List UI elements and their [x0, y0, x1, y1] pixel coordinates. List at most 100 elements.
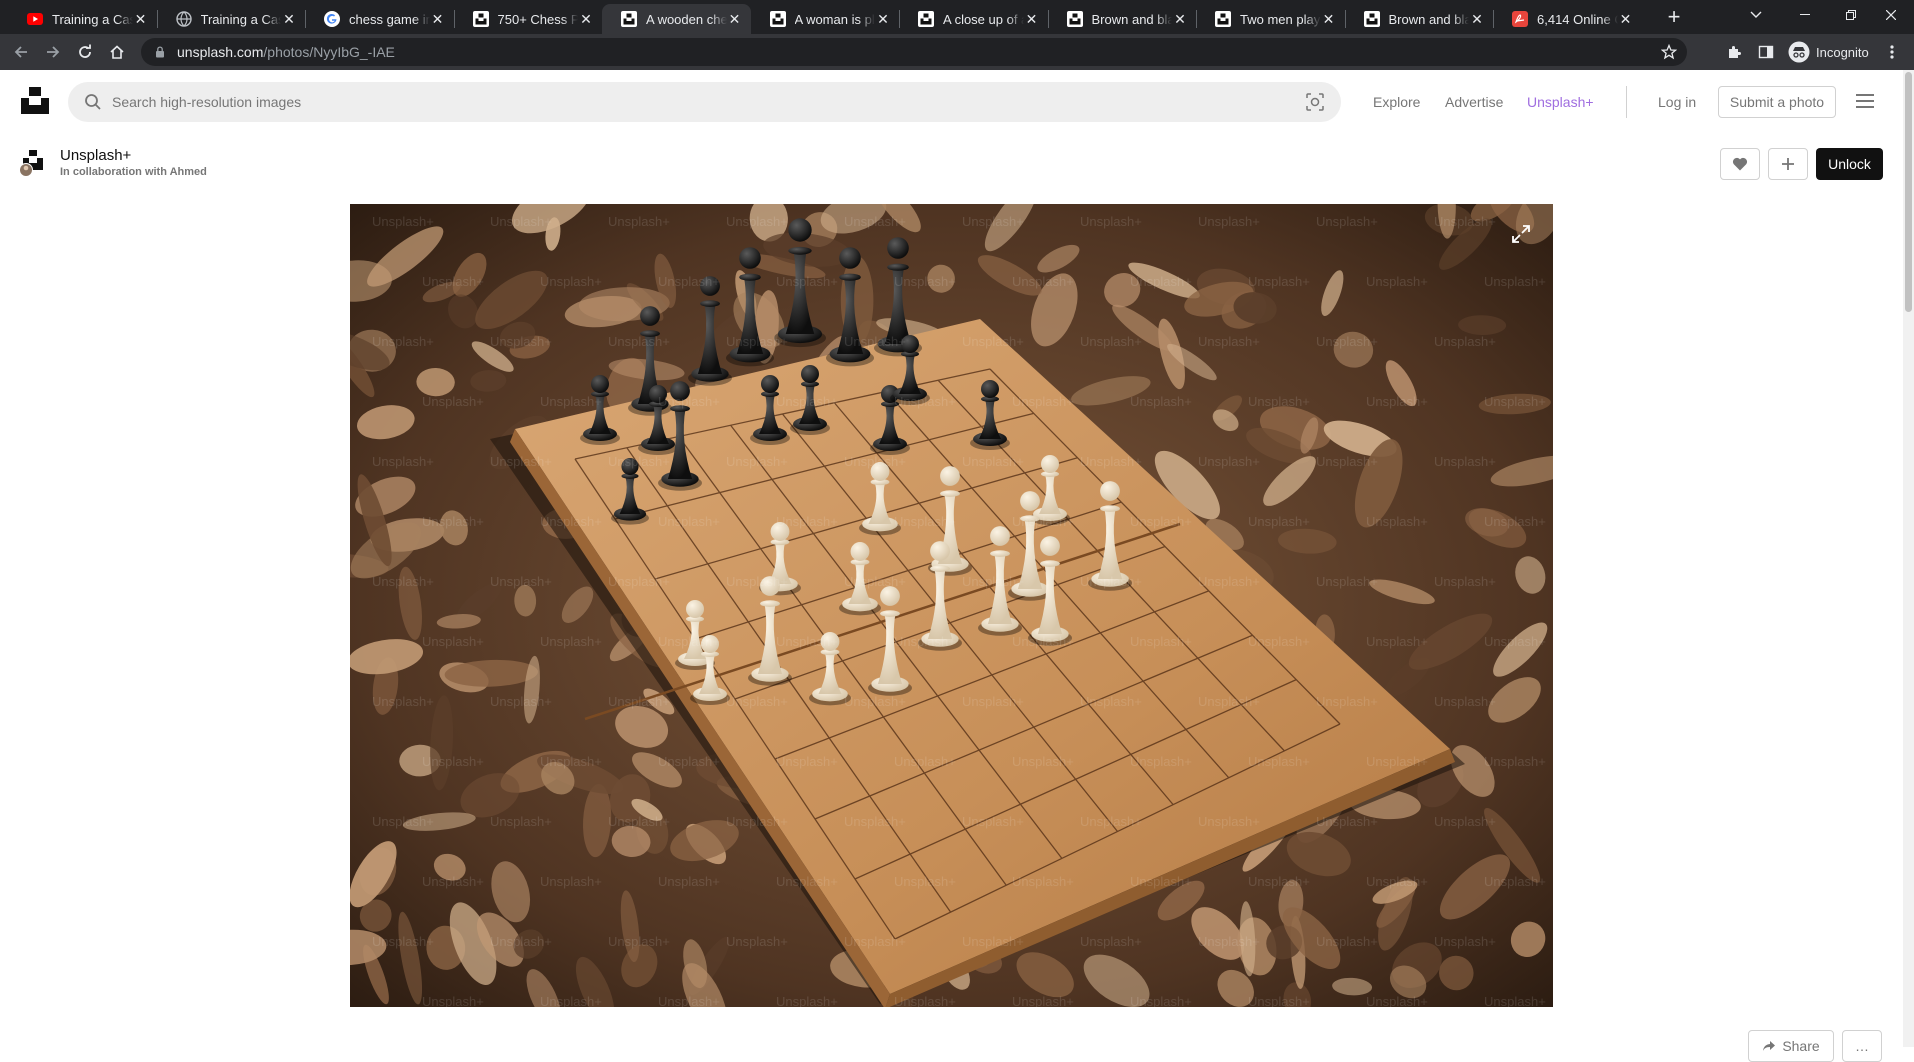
- svg-text:Unsplash+: Unsplash+: [1248, 274, 1310, 289]
- chess-photo-image: Unsplash+ Unsplash+ Unsplash+ Unsplash+ Unsp…: [350, 204, 1553, 1007]
- svg-text:Unsplash+: Unsplash+: [658, 394, 720, 409]
- svg-text:Unsplash+: Unsplash+: [1316, 454, 1378, 469]
- close-icon[interactable]: ✕: [430, 11, 446, 27]
- search-input[interactable]: [112, 94, 1305, 110]
- browser-tab[interactable]: 750+ Chess Pict✕: [454, 4, 603, 34]
- svg-text:Unsplash+: Unsplash+: [962, 934, 1024, 949]
- browser-tab[interactable]: Training a Casca✕: [157, 4, 306, 34]
- back-button[interactable]: [8, 39, 34, 65]
- add-to-collection-button[interactable]: [1768, 148, 1808, 180]
- author-info[interactable]: Unsplash+ In collaboration with Ahmed: [18, 147, 207, 179]
- close-window-button[interactable]: [1868, 0, 1914, 30]
- svg-text:Unsplash+: Unsplash+: [962, 814, 1024, 829]
- nav-unsplash-plus[interactable]: Unsplash+: [1527, 94, 1594, 110]
- close-icon[interactable]: ✕: [1321, 11, 1337, 27]
- svg-text:Unsplash+: Unsplash+: [894, 874, 956, 889]
- close-icon[interactable]: ✕: [1024, 11, 1040, 27]
- svg-text:Unsplash+: Unsplash+: [422, 754, 484, 769]
- close-icon[interactable]: ✕: [727, 11, 743, 27]
- svg-text:Unsplash+: Unsplash+: [894, 994, 956, 1007]
- svg-text:Unsplash+: Unsplash+: [1080, 814, 1142, 829]
- close-icon[interactable]: ✕: [1469, 11, 1485, 27]
- browser-tab[interactable]: Brown and black✕: [1345, 4, 1494, 34]
- svg-text:Unsplash+: Unsplash+: [1012, 634, 1074, 649]
- incognito-profile[interactable]: Incognito: [1788, 39, 1869, 65]
- login-link[interactable]: Log in: [1658, 94, 1696, 110]
- svg-text:Unsplash+: Unsplash+: [844, 694, 906, 709]
- expand-icon[interactable]: [1511, 224, 1531, 244]
- unsplash-icon: [918, 11, 934, 27]
- home-button[interactable]: [104, 39, 130, 65]
- nav-advertise[interactable]: Advertise: [1445, 94, 1503, 110]
- submit-photo-button[interactable]: Submit a photo: [1718, 86, 1836, 118]
- forward-button[interactable]: [40, 39, 66, 65]
- url-host: unsplash.com: [177, 44, 264, 60]
- side-panel-button[interactable]: [1758, 39, 1774, 65]
- svg-text:Unsplash+: Unsplash+: [1080, 214, 1142, 229]
- svg-text:Unsplash+: Unsplash+: [844, 214, 906, 229]
- search-icon[interactable]: [84, 93, 102, 111]
- google-icon: [324, 11, 340, 27]
- svg-text:Unsplash+: Unsplash+: [1198, 814, 1260, 829]
- new-tab-button[interactable]: +: [1660, 5, 1688, 29]
- visual-search-icon[interactable]: [1305, 92, 1325, 112]
- svg-text:Unsplash+: Unsplash+: [726, 934, 788, 949]
- svg-text:Unsplash+: Unsplash+: [726, 814, 788, 829]
- browser-tab[interactable]: Brown and black✕: [1048, 4, 1197, 34]
- close-icon[interactable]: ✕: [875, 11, 891, 27]
- address-bar[interactable]: unsplash.com/photos/NyyIbG_-IAE: [141, 38, 1687, 66]
- browser-tab[interactable]: A close up of a ✕: [899, 4, 1048, 34]
- scrollbar-thumb[interactable]: [1905, 72, 1912, 312]
- svg-text:Unsplash+: Unsplash+: [540, 394, 602, 409]
- browser-tab[interactable]: 6,414 Online Ch✕: [1493, 4, 1642, 34]
- menu-icon[interactable]: [1854, 92, 1876, 110]
- close-icon[interactable]: ✕: [578, 11, 594, 27]
- profile-label: Incognito: [1816, 44, 1869, 60]
- svg-text:Unsplash+: Unsplash+: [372, 934, 434, 949]
- page-scrollbar[interactable]: [1903, 70, 1914, 1047]
- like-button[interactable]: [1720, 148, 1760, 180]
- svg-text:Unsplash+: Unsplash+: [844, 574, 906, 589]
- browser-tab[interactable]: A woman is play✕: [751, 4, 900, 34]
- svg-text:Unsplash+: Unsplash+: [894, 754, 956, 769]
- close-icon[interactable]: ✕: [1172, 11, 1188, 27]
- svg-text:Unsplash+: Unsplash+: [540, 634, 602, 649]
- photo-chess-board[interactable]: Unsplash+ Unsplash+ Unsplash+ Unsplash+ Unsp…: [350, 204, 1553, 1007]
- svg-text:Unsplash+: Unsplash+: [658, 994, 720, 1007]
- svg-text:Unsplash+: Unsplash+: [372, 454, 434, 469]
- svg-text:Unsplash+: Unsplash+: [962, 694, 1024, 709]
- svg-text:Unsplash+: Unsplash+: [608, 454, 670, 469]
- svg-text:Unsplash+: Unsplash+: [1012, 874, 1074, 889]
- browser-menu-button[interactable]: [1890, 39, 1894, 65]
- share-button[interactable]: Share: [1748, 1030, 1834, 1062]
- svg-text:Unsplash+: Unsplash+: [1080, 574, 1142, 589]
- unlock-button[interactable]: Unlock: [1816, 148, 1883, 180]
- unsplash-logo-icon[interactable]: [19, 84, 51, 116]
- browser-tab[interactable]: chess game ima✕: [305, 4, 454, 34]
- browser-tab[interactable]: Training a Casca✕: [8, 4, 157, 34]
- svg-text:Unsplash+: Unsplash+: [1130, 394, 1192, 409]
- plus-icon: [1782, 158, 1794, 170]
- browser-tab[interactable]: A wooden chess✕: [602, 4, 751, 34]
- collaboration-text: In collaboration with Ahmed: [60, 166, 207, 178]
- more-actions-button[interactable]: …: [1842, 1030, 1882, 1062]
- close-icon[interactable]: ✕: [133, 11, 149, 27]
- tab-search-button[interactable]: [1733, 0, 1779, 30]
- svg-text:Unsplash+: Unsplash+: [490, 454, 552, 469]
- author-name[interactable]: Unsplash+: [60, 147, 207, 165]
- svg-text:Unsplash+: Unsplash+: [726, 334, 788, 349]
- close-icon[interactable]: ✕: [1618, 11, 1634, 27]
- minimize-button[interactable]: [1782, 0, 1828, 30]
- svg-text:Unsplash+: Unsplash+: [658, 754, 720, 769]
- svg-text:Unsplash+: Unsplash+: [1552, 934, 1553, 949]
- nav-explore[interactable]: Explore: [1373, 94, 1420, 110]
- svg-text:Unsplash+: Unsplash+: [608, 814, 670, 829]
- extensions-button[interactable]: [1727, 39, 1743, 65]
- close-icon[interactable]: ✕: [281, 11, 297, 27]
- reload-button[interactable]: [72, 39, 98, 65]
- svg-text:Unsplash+: Unsplash+: [844, 454, 906, 469]
- youtube-icon: [27, 11, 43, 27]
- browser-tab[interactable]: Two men playing✕: [1196, 4, 1345, 34]
- star-icon[interactable]: [1661, 44, 1677, 60]
- svg-text:Unsplash+: Unsplash+: [1552, 214, 1553, 229]
